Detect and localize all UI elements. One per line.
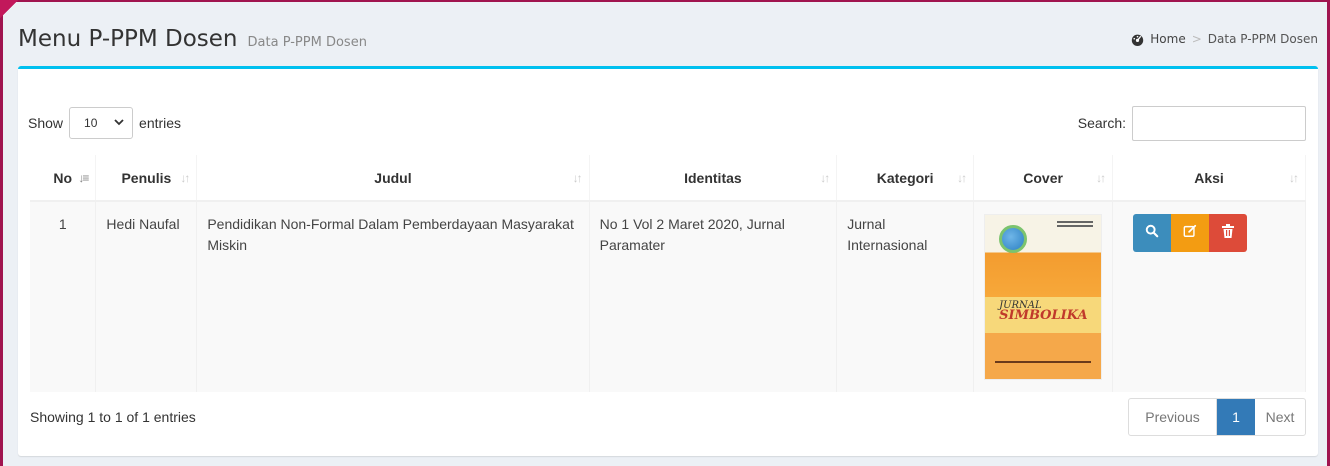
chevron-down-icon	[114, 116, 124, 130]
cell-no: 1	[30, 201, 97, 392]
sort-icon: ↓↑	[957, 170, 967, 185]
sort-icon: ↓↑	[572, 170, 583, 185]
cell-aksi	[1112, 201, 1306, 392]
content-header: Menu P-PPM Dosen Data P-PPM Dosen Home >…	[18, 22, 1318, 56]
table-footer: Showing 1 to 1 of 1 entries Previous 1 N…	[30, 398, 1306, 436]
column-label: Cover	[1023, 169, 1063, 186]
corner-accent	[0, 0, 22, 18]
next-page-button[interactable]: Next	[1255, 399, 1305, 435]
sort-icon: ↓≡	[78, 170, 89, 185]
column-header-kategori[interactable]: Kategori ↓↑	[836, 155, 975, 202]
cover-image: JURNAL SIMBOLIKA	[984, 214, 1103, 380]
column-header-cover[interactable]: Cover ↓↑	[973, 155, 1114, 202]
pagination: Previous 1 Next	[1128, 398, 1306, 436]
breadcrumb-separator: >	[1191, 32, 1202, 46]
column-header-aksi[interactable]: Aksi ↓↑	[1112, 155, 1306, 202]
sort-icon: ↓↑	[180, 170, 190, 185]
column-header-identitas[interactable]: Identitas ↓↑	[589, 155, 838, 202]
column-header-penulis[interactable]: Penulis ↓↑	[95, 155, 198, 202]
show-label: Show	[28, 115, 64, 131]
breadcrumb-home[interactable]: Home	[1150, 32, 1185, 46]
length-control: Show 10 entries	[28, 107, 181, 139]
previous-page-button[interactable]: Previous	[1129, 399, 1217, 435]
page-length-select[interactable]: 10	[69, 107, 134, 139]
breadcrumb: Home > Data P-PPM Dosen	[1131, 32, 1318, 46]
column-label: No	[53, 169, 73, 186]
page-subtitle: Data P-PPM Dosen	[247, 35, 367, 50]
column-label: Aksi	[1194, 169, 1224, 186]
column-label: Kategori	[876, 169, 934, 186]
edit-button[interactable]	[1171, 214, 1210, 252]
table-row: 1 Hedi Naufal Pendidikan Non-Formal Dala…	[30, 201, 1306, 392]
search-control: Search:	[1077, 105, 1306, 141]
data-box: Show 10 entries Search: No ↓≡ Penulis ↓↑…	[18, 66, 1318, 456]
cover-issn-lines	[1057, 221, 1094, 223]
data-table: No ↓≡ Penulis ↓↑ Judul ↓↑ Identitas ↓↑ K…	[30, 155, 1306, 392]
page-1-button[interactable]: 1	[1217, 399, 1255, 435]
table-info: Showing 1 to 1 of 1 entries	[30, 409, 196, 425]
cell-judul: Pendidikan Non-Formal Dalam Pemberdayaan…	[196, 201, 590, 392]
dashboard-icon	[1131, 33, 1144, 46]
delete-button[interactable]	[1209, 214, 1248, 252]
sort-icon: ↓↑	[1289, 170, 1299, 185]
cell-identitas: No 1 Vol 2 Maret 2020, Jurnal Paramater	[589, 201, 838, 392]
edit-icon	[1183, 223, 1197, 244]
search-icon	[1145, 223, 1159, 244]
cell-penulis: Hedi Naufal	[95, 201, 198, 392]
table-header-row: No ↓≡ Penulis ↓↑ Judul ↓↑ Identitas ↓↑ K…	[30, 155, 1306, 202]
page-length-value: 10	[84, 116, 98, 130]
cover-footer-line	[995, 361, 1092, 363]
column-header-judul[interactable]: Judul ↓↑	[196, 155, 590, 202]
trash-icon	[1222, 223, 1235, 244]
title-wrap: Menu P-PPM Dosen Data P-PPM Dosen	[18, 26, 367, 52]
cell-cover: JURNAL SIMBOLIKA	[973, 201, 1114, 392]
cover-name-text: SIMBOLIKA	[999, 308, 1088, 323]
action-buttons	[1123, 214, 1295, 252]
view-button[interactable]	[1133, 214, 1172, 252]
column-header-no[interactable]: No ↓≡	[30, 155, 97, 202]
sort-icon: ↓↑	[1096, 170, 1106, 185]
entries-label: entries	[139, 115, 182, 131]
search-input[interactable]	[1132, 105, 1306, 141]
sort-icon: ↓↑	[820, 170, 830, 185]
cell-kategori: Jurnal Internasional	[836, 201, 975, 392]
table-controls: Show 10 entries Search:	[28, 105, 1306, 141]
page-title: Menu P-PPM Dosen	[18, 26, 238, 52]
column-label: Penulis	[121, 169, 172, 186]
column-label: Judul	[374, 169, 412, 186]
cover-globe-logo	[999, 225, 1028, 253]
search-label: Search:	[1077, 115, 1126, 131]
column-label: Identitas	[684, 169, 742, 186]
breadcrumb-current: Data P-PPM Dosen	[1207, 32, 1318, 46]
